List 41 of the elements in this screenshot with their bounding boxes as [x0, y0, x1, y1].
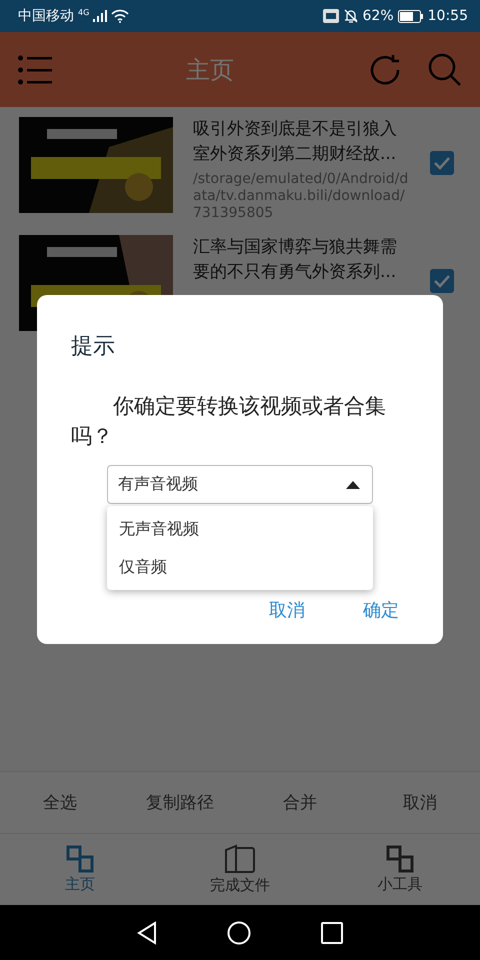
hd-icon [322, 9, 339, 23]
checkbox[interactable] [430, 269, 454, 293]
stacked-squares-icon [66, 845, 94, 873]
muted-bell-icon [342, 8, 359, 24]
checkbox[interactable] [430, 151, 454, 175]
dropdown-option[interactable]: 仅音频 [107, 548, 373, 586]
dialog-button[interactable]: 确定 [363, 598, 399, 622]
refresh-icon[interactable] [368, 52, 402, 86]
action-button[interactable]: 复制路径 [120, 790, 240, 815]
dialog-message: 你确定要转换该视频或者合集吗？ [71, 393, 387, 450]
action-button[interactable]: 合并 [240, 790, 360, 815]
page-title: 主页 [185, 54, 235, 86]
nav-tab[interactable]: 完成文件 [160, 834, 320, 905]
network-type: 4G [78, 8, 90, 17]
clock-time: 10:55 [428, 8, 468, 24]
dropdown-option[interactable]: 无声音视频 [107, 510, 373, 548]
book-icon [224, 844, 256, 874]
dialog-title: 提示 [71, 333, 116, 361]
home-icon[interactable] [227, 920, 251, 944]
nav-tab[interactable]: 主页 [0, 834, 160, 905]
video-title: 吸引外资到底是不是引狼入室外资系列第二期财经故... [193, 118, 398, 166]
action-button[interactable]: 取消 [360, 790, 480, 815]
battery-percent: 62% [362, 8, 394, 24]
back-icon[interactable] [137, 920, 157, 944]
battery-icon [398, 10, 424, 22]
file-path: /storage/emulated/0/Android/data/tv.danmaku.bili/download/731395805 [193, 171, 410, 222]
format-dropdown[interactable]: 有声音视频 [107, 465, 373, 504]
video-title: 汇率与国家博弈与狼共舞需要的不只有勇气外资系列... [193, 236, 398, 284]
checkmark-icon [433, 156, 451, 170]
checkmark-icon [433, 274, 451, 288]
menu-icon[interactable] [18, 54, 52, 84]
signal-icon [93, 10, 108, 22]
caret-icon [346, 480, 360, 488]
dialog-button[interactable]: 取消 [269, 598, 305, 622]
nav-tab[interactable]: 小工具 [320, 834, 480, 905]
carrier-name: 中国移动 [18, 7, 74, 25]
action-button[interactable]: 全选 [0, 790, 120, 815]
wifi-icon [111, 9, 130, 23]
stacked-squares-icon [386, 845, 414, 873]
search-icon[interactable] [428, 52, 462, 86]
recents-icon[interactable] [321, 922, 343, 944]
